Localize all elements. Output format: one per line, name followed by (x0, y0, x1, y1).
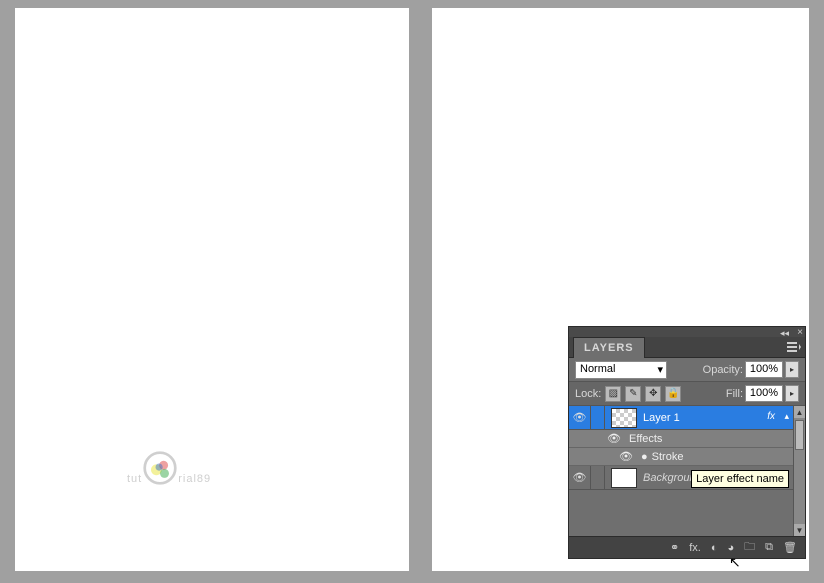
opacity-label: Opacity: (703, 364, 743, 376)
add-style-icon[interactable]: fx. (689, 542, 701, 554)
tutorial89-logo-icon (142, 450, 178, 486)
layers-panel: ◂◂ × LAYERS Normal Opacity: 100% ▸ Lock:… (568, 326, 806, 559)
layers-list: 👁 Layer 1 fx ▴ 👁 Effects 👁 ● Stroke 👁 (569, 406, 805, 536)
lock-fill-row: Lock: ▨ ✎ ✥ 🔒 Fill: 100% ▸ (569, 382, 805, 406)
lock-position-icon[interactable]: ✥ (645, 386, 661, 402)
effects-header-row[interactable]: 👁 Effects (569, 430, 793, 448)
scroll-down-icon[interactable]: ▼ (794, 524, 805, 536)
layer-name[interactable]: Layer 1 (643, 412, 680, 424)
add-mask-icon[interactable]: ◐ (711, 542, 718, 554)
adjustment-layer-icon[interactable]: ◕ (728, 542, 735, 554)
layer-row-layer1[interactable]: 👁 Layer 1 fx ▴ (569, 406, 793, 430)
panel-tabs: LAYERS (569, 337, 805, 358)
layers-list-wrap: 👁 Layer 1 fx ▴ 👁 Effects 👁 ● Stroke 👁 (569, 406, 805, 536)
watermark-logo: tut rial89 (127, 449, 211, 491)
layer-row-background[interactable]: 👁 Background Layer effect name (569, 466, 793, 490)
blend-mode-select[interactable]: Normal (575, 361, 667, 379)
effect-name: Stroke (652, 451, 684, 463)
scroll-up-icon[interactable]: ▲ (794, 406, 805, 418)
opacity-flyout-icon[interactable]: ▸ (785, 361, 799, 378)
watermark-text-right: rial89 (178, 473, 211, 485)
fill-input[interactable]: 100% (745, 385, 783, 402)
fill-flyout-icon[interactable]: ▸ (785, 385, 799, 402)
link-column (591, 466, 605, 490)
visibility-toggle-icon[interactable]: 👁 (569, 466, 591, 490)
tooltip: Layer effect name (691, 470, 789, 488)
effects-collapse-icon[interactable]: ▴ (784, 411, 789, 422)
new-layer-icon[interactable]: ⧉ (765, 541, 773, 554)
delete-layer-icon[interactable]: 🗑 (783, 541, 797, 554)
fx-badge[interactable]: fx (767, 411, 775, 422)
fill-label: Fill: (726, 388, 743, 400)
opacity-input[interactable]: 100% (745, 361, 783, 378)
watermark-text-left: tut (127, 473, 142, 485)
blend-opacity-row: Normal Opacity: 100% ▸ (569, 358, 805, 382)
scroll-thumb[interactable] (795, 420, 804, 450)
layers-footer: ⚭ fx. ◐ ◕ 🗀 ⧉ 🗑 (569, 536, 805, 558)
tab-layers[interactable]: LAYERS (573, 337, 645, 358)
lock-transparent-icon[interactable]: ▨ (605, 386, 621, 402)
effect-item-stroke[interactable]: 👁 ● Stroke (569, 448, 793, 466)
visibility-toggle-icon[interactable]: 👁 (569, 406, 591, 430)
visibility-toggle-icon[interactable]: 👁 (605, 432, 623, 445)
panel-menu-icon[interactable] (787, 342, 801, 352)
new-group-icon[interactable]: 🗀 (744, 538, 755, 557)
bullet-icon: ● (641, 451, 648, 463)
layer-thumbnail[interactable] (611, 468, 637, 488)
layer-thumbnail[interactable] (611, 408, 637, 428)
link-column (591, 406, 605, 430)
visibility-toggle-icon[interactable]: 👁 (617, 450, 635, 463)
panel-header-strip[interactable]: ◂◂ × (569, 327, 805, 337)
empty-layer-area (569, 490, 793, 536)
effects-label: Effects (629, 433, 662, 445)
layers-scrollbar[interactable]: ▲ ▼ (793, 406, 805, 536)
canvas-left: tut rial89 (15, 8, 409, 571)
lock-buttons: ▨ ✎ ✥ 🔒 (605, 386, 681, 402)
lock-label: Lock: (575, 388, 601, 400)
link-layers-icon[interactable]: ⚭ (670, 541, 679, 554)
lock-all-icon[interactable]: 🔒 (665, 386, 681, 402)
lock-pixels-icon[interactable]: ✎ (625, 386, 641, 402)
